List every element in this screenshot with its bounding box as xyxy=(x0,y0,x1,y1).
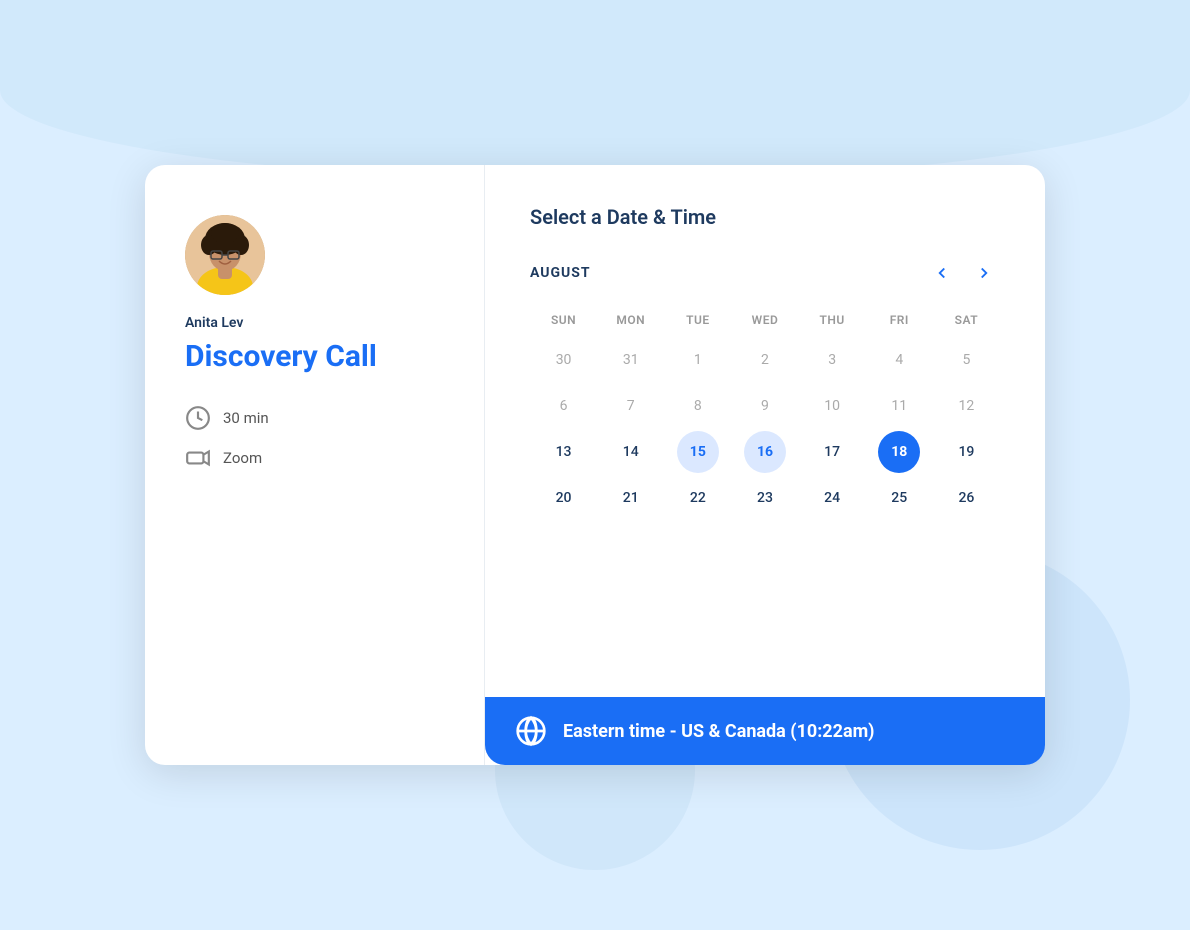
main-card: Anita Lev Discovery Call 30 min Zoom xyxy=(145,165,1045,765)
month-label: AUGUST xyxy=(530,265,591,281)
day-headers: SUN MON TUE WED THU FRI SAT xyxy=(530,309,1000,331)
day-cell[interactable]: 21 xyxy=(610,477,652,519)
event-title: Discovery Call xyxy=(185,339,444,375)
day-cell[interactable]: 16 xyxy=(744,431,786,473)
section-title: Select a Date & Time xyxy=(530,205,1000,229)
day-cell: 10 xyxy=(811,385,853,427)
nav-buttons xyxy=(926,257,1000,289)
day-cell: 30 xyxy=(543,339,585,381)
day-cell[interactable]: 13 xyxy=(543,431,585,473)
day-cell: 3 xyxy=(811,339,853,381)
clock-icon xyxy=(185,405,211,431)
day-cell: 8 xyxy=(677,385,719,427)
platform-meta: Zoom xyxy=(185,445,444,471)
day-cell[interactable]: 18 xyxy=(878,431,920,473)
platform-label: Zoom xyxy=(223,449,262,467)
day-cell: 1 xyxy=(677,339,719,381)
left-panel: Anita Lev Discovery Call 30 min Zoom xyxy=(145,165,485,765)
day-cell: 5 xyxy=(945,339,987,381)
day-cell: 6 xyxy=(543,385,585,427)
day-cell: 9 xyxy=(744,385,786,427)
globe-icon xyxy=(515,715,547,747)
day-cell: 4 xyxy=(878,339,920,381)
day-cell[interactable]: 14 xyxy=(610,431,652,473)
avatar xyxy=(185,215,265,295)
day-cell: 12 xyxy=(945,385,987,427)
day-cell[interactable]: 20 xyxy=(543,477,585,519)
next-month-button[interactable] xyxy=(968,257,1000,289)
day-header-sat: SAT xyxy=(933,309,1000,331)
timezone-bar[interactable]: Eastern time - US & Canada (10:22am) xyxy=(485,697,1045,765)
day-cell[interactable]: 26 xyxy=(945,477,987,519)
timezone-text: Eastern time - US & Canada (10:22am) xyxy=(563,721,875,742)
days-grid: 3031123456789101112131415161718192021222… xyxy=(530,339,1000,519)
calendar-header: AUGUST xyxy=(530,257,1000,289)
day-cell[interactable]: 23 xyxy=(744,477,786,519)
day-cell[interactable]: 17 xyxy=(811,431,853,473)
prev-month-button[interactable] xyxy=(926,257,958,289)
day-cell: 7 xyxy=(610,385,652,427)
card-body: Anita Lev Discovery Call 30 min Zoom xyxy=(145,165,1045,765)
host-name: Anita Lev xyxy=(185,315,444,331)
day-cell[interactable]: 24 xyxy=(811,477,853,519)
event-meta: 30 min Zoom xyxy=(185,405,444,471)
right-panel: Select a Date & Time AUGUST xyxy=(485,165,1045,765)
day-cell: 11 xyxy=(878,385,920,427)
day-cell[interactable]: 15 xyxy=(677,431,719,473)
day-cell: 2 xyxy=(744,339,786,381)
day-header-thu: THU xyxy=(799,309,866,331)
day-header-fri: FRI xyxy=(866,309,933,331)
day-cell[interactable]: 22 xyxy=(677,477,719,519)
day-header-sun: SUN xyxy=(530,309,597,331)
day-cell: 31 xyxy=(610,339,652,381)
day-cell[interactable]: 19 xyxy=(945,431,987,473)
day-header-tue: TUE xyxy=(664,309,731,331)
video-icon xyxy=(185,445,211,471)
day-cell[interactable]: 25 xyxy=(878,477,920,519)
duration-label: 30 min xyxy=(223,409,269,427)
bg-shape-top xyxy=(0,0,1190,180)
duration-meta: 30 min xyxy=(185,405,444,431)
calendar: AUGUST xyxy=(530,257,1000,519)
day-header-mon: MON xyxy=(597,309,664,331)
day-header-wed: WED xyxy=(731,309,798,331)
